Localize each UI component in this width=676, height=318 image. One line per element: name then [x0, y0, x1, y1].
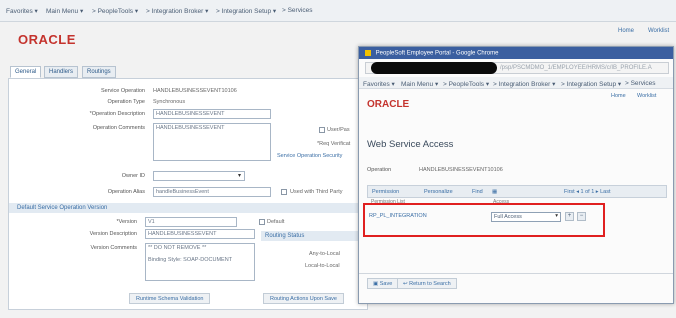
breadcrumb-integration-broker[interactable]: > Integration Broker ▾	[146, 7, 208, 15]
default-label: Default	[267, 219, 285, 225]
worklist-link[interactable]: Worklist	[648, 28, 669, 34]
popup-breadcrumb-services[interactable]: > Services	[625, 80, 656, 87]
permission-list-value[interactable]: RP_PL_INTEGRATION	[369, 213, 427, 219]
save-icon: ▣	[373, 281, 379, 287]
return-icon: ↩	[403, 281, 408, 287]
user-password-checkbox[interactable]	[319, 127, 325, 133]
version-description-label: Version Description	[89, 231, 137, 237]
tab-routings[interactable]: Routings	[82, 66, 116, 78]
home-link[interactable]: Home	[618, 28, 634, 34]
web-service-access-popup: PeopleSoft Employee Portal - Google Chro…	[358, 46, 674, 304]
popup-title-bar: PeopleSoft Employee Portal - Google Chro…	[359, 47, 673, 59]
default-checkbox[interactable]	[259, 219, 265, 225]
version-description-input[interactable]: HANDLEBUSINESSEVENT	[145, 229, 255, 239]
delete-row-icon[interactable]: −	[577, 212, 586, 221]
popup-breadcrumb-integration-setup[interactable]: > Integration Setup ▾	[561, 80, 621, 88]
popup-oracle-logo: ORACLE	[367, 99, 410, 110]
popup-main-menu[interactable]: Main Menu ▾	[401, 80, 438, 88]
version-input[interactable]: V1	[145, 217, 237, 227]
req-verification-label: *Req Verificat	[317, 141, 351, 147]
local-to-local-label: Local-to-Local	[305, 263, 340, 269]
save-button[interactable]: ▣ Save	[367, 278, 399, 289]
service-security-link[interactable]: Service Operation Security	[277, 153, 342, 159]
breadcrumb-peopletools[interactable]: > PeopleTools ▾	[92, 7, 138, 15]
popup-favorites-menu[interactable]: Favorites ▾	[363, 80, 395, 88]
tab-general[interactable]: General	[10, 66, 42, 78]
service-operation-label: Service Operation	[100, 88, 145, 94]
operation-alias-label: Operation Alias	[107, 189, 145, 195]
add-row-icon[interactable]: +	[565, 212, 574, 221]
operation-type-label: Operation Type	[107, 99, 145, 105]
breadcrumb-services[interactable]: > Services	[282, 7, 313, 14]
popup-nav-bar: Favorites ▾ Main Menu ▾ > PeopleTools ▾ …	[359, 77, 673, 89]
popup-breadcrumb-integration-broker[interactable]: > Integration Broker ▾	[493, 80, 555, 88]
popup-breadcrumb-peopletools[interactable]: > PeopleTools ▾	[443, 80, 489, 88]
return-to-search-label: Return to Search	[409, 281, 451, 287]
general-panel: Service Operation HANDLEBUSINESSEVENT101…	[8, 78, 368, 310]
footer-divider	[359, 273, 673, 274]
third-party-label: Used with Third Party	[290, 189, 343, 195]
operation-description-input[interactable]: HANDLEBUSINESSEVENT	[153, 109, 271, 119]
owner-id-label: Owner ID	[121, 173, 145, 179]
operation-comments-label: Operation Comments	[92, 125, 145, 131]
chevron-down-icon: ▾	[237, 173, 241, 179]
operation-type-value: Synchronous	[153, 99, 186, 105]
chevron-down-icon: ▾	[555, 213, 558, 219]
routing-status-header: Routing Status	[261, 231, 365, 241]
tab-handlers[interactable]: Handlers	[44, 66, 79, 78]
personalize-link[interactable]: Personalize	[424, 189, 453, 195]
grid-title: Permission	[372, 189, 400, 195]
service-operation-value: HANDLEBUSINESSEVENT10106	[153, 88, 237, 94]
version-label: *Version	[116, 219, 138, 225]
default-version-section-title: Default Service Operation Version	[9, 203, 367, 213]
app-icon	[365, 50, 371, 56]
main-menu[interactable]: Main Menu ▾	[46, 7, 83, 15]
save-label: Save	[379, 281, 393, 287]
user-password-label: User/Pas	[327, 127, 350, 133]
find-link[interactable]: Find	[472, 189, 483, 195]
redacted-url-block	[371, 62, 497, 74]
popup-home-link[interactable]: Home	[611, 93, 626, 99]
third-party-checkbox[interactable]	[281, 189, 287, 195]
access-select-value: Full Access	[494, 214, 522, 220]
main-topbar: Favorites ▾ Main Menu ▾ > PeopleTools ▾ …	[0, 0, 676, 22]
page-title: Web Service Access	[367, 139, 454, 150]
operation-value: HANDLEBUSINESSEVENT10106	[419, 167, 503, 173]
version-comments-textarea[interactable]: ** DO NOT REMOVE ** Binding Style: SOAP-…	[145, 243, 255, 281]
operation-label: Operation	[367, 167, 392, 173]
permission-grid-header: Permission Personalize Find ▦ First ◂ 1 …	[367, 185, 667, 198]
runtime-schema-validation-button[interactable]: Runtime Schema Validation	[129, 293, 211, 304]
operation-comments-textarea[interactable]: HANDLEBUSINESSEVENT	[153, 123, 271, 161]
operation-alias-input[interactable]: handleBusinessEvent	[153, 187, 271, 197]
access-select[interactable]: Full Access ▾	[491, 212, 561, 222]
breadcrumb-integration-setup[interactable]: > Integration Setup ▾	[216, 7, 276, 15]
popup-worklist-link[interactable]: Worklist	[637, 93, 656, 99]
owner-id-select[interactable]: ▾	[153, 171, 245, 181]
version-comments-line-1: ** DO NOT REMOVE **	[148, 245, 207, 251]
grid-view-icon[interactable]: ▦	[492, 189, 497, 195]
popup-window-title: PeopleSoft Employee Portal - Google Chro…	[375, 50, 499, 57]
oracle-logo: ORACLE	[18, 32, 76, 47]
favorites-menu[interactable]: Favorites ▾	[6, 7, 38, 15]
address-bar-url: /psp/PSCMDMO_1/EMPLOYEE/HRMS/c/IB_PROFIL…	[500, 65, 652, 71]
routing-actions-button[interactable]: Routing Actions Upon Save	[263, 293, 344, 304]
grid-paging[interactable]: First ◂ 1 of 1 ▸ Last	[564, 189, 610, 195]
operation-description-label: *Operation Description	[89, 111, 145, 117]
version-comments-line-2: Binding Style: SOAP-DOCUMENT	[148, 257, 233, 263]
version-comments-label: Version Comments	[90, 245, 137, 251]
any-to-local-label: Any-to-Local	[309, 251, 340, 257]
return-to-search-button[interactable]: ↩ Return to Search	[397, 278, 457, 289]
